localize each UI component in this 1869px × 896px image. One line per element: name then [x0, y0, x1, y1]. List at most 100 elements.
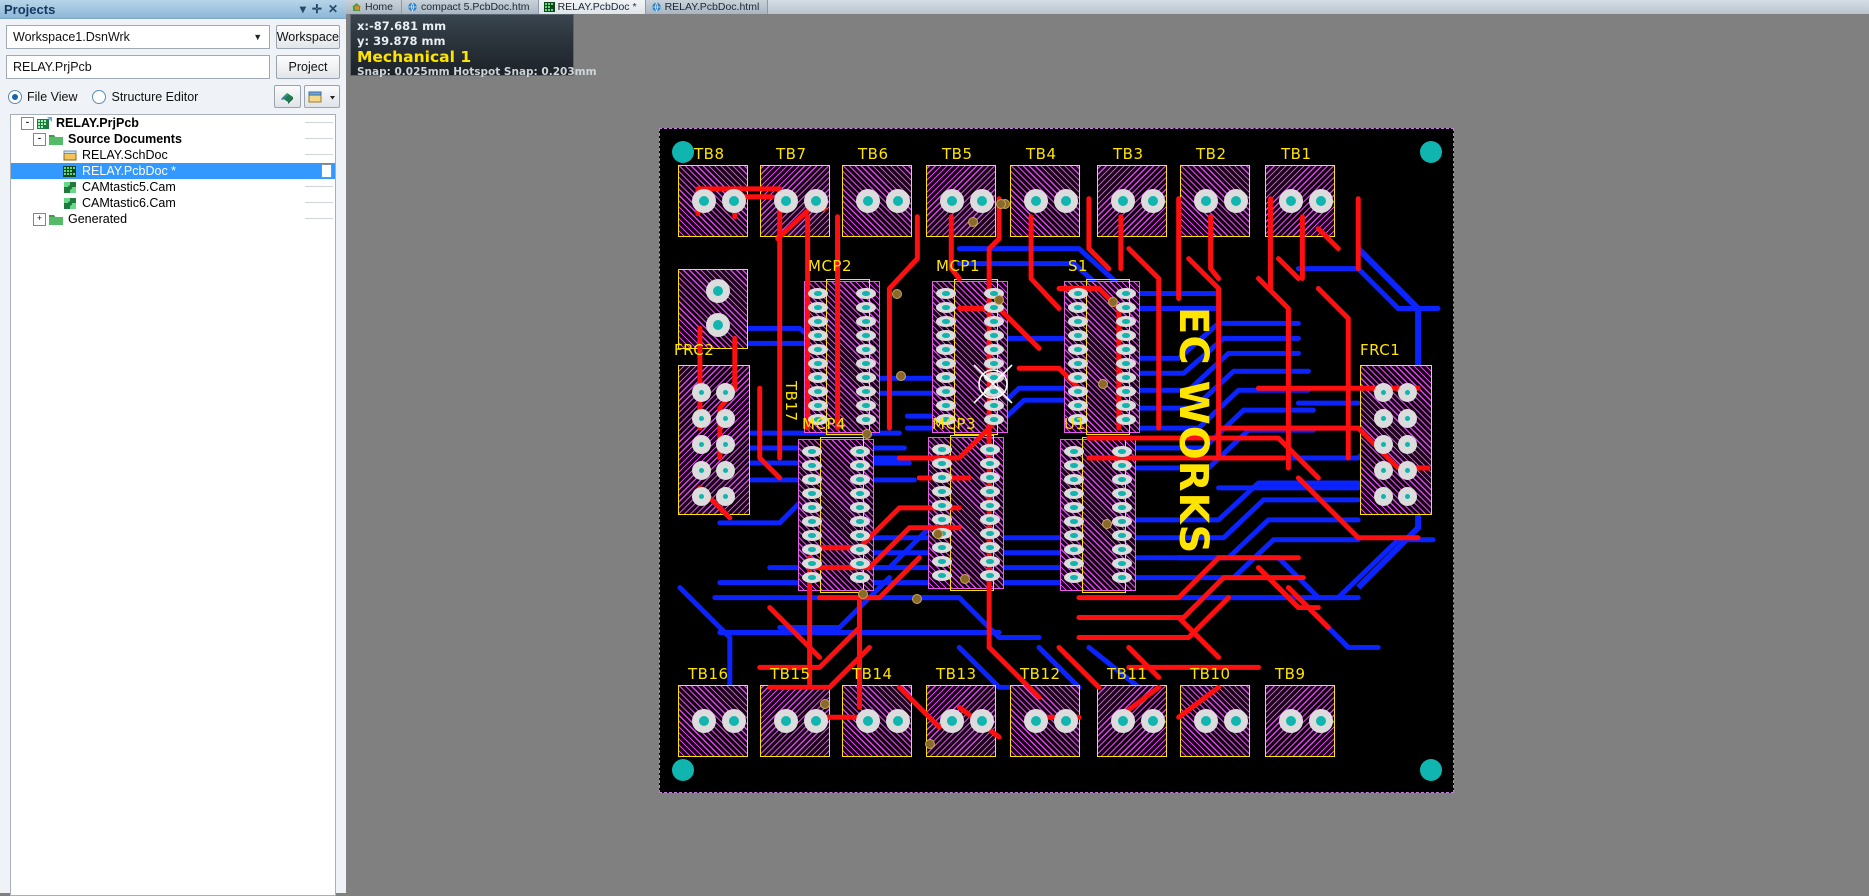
- ic-pad: [936, 386, 956, 397]
- pad: [1194, 709, 1218, 733]
- tree-item-generated[interactable]: + Generated: [11, 211, 335, 227]
- ic-pad: [1064, 544, 1084, 555]
- panel-menu-icon[interactable]: ▾: [300, 3, 306, 15]
- tree-item-camtastic6-cam[interactable]: CAMtastic6.Cam: [11, 195, 335, 211]
- pad: [856, 709, 880, 733]
- pad: [1141, 709, 1165, 733]
- ic-pad: [984, 414, 1004, 425]
- tree-item-camtastic5-cam[interactable]: CAMtastic5.Cam: [11, 179, 335, 195]
- designator-frc2: FRC2: [674, 341, 715, 359]
- ic-pad: [932, 500, 952, 511]
- workspace-combo[interactable]: Workspace1.DsnWrk ▼: [6, 25, 270, 49]
- cam-doc-icon: [63, 197, 78, 210]
- tab-relay-pcbdoc[interactable]: RELAY.PcbDoc *: [538, 0, 646, 14]
- ic-pad: [1064, 474, 1084, 485]
- ic-pad: [1116, 316, 1136, 327]
- cursor-y-readout: y: 39.878 mm: [357, 34, 446, 48]
- tab-home[interactable]: Home: [346, 0, 403, 14]
- ic-pad: [850, 446, 870, 457]
- designator-tb7: TB7: [776, 145, 807, 163]
- ic-pad: [856, 414, 876, 425]
- ic-pad: [1068, 330, 1088, 341]
- ic-pad: [932, 556, 952, 567]
- pad: [1141, 189, 1165, 213]
- designator-tb12: TB12: [1020, 665, 1061, 683]
- ic-pad: [808, 316, 828, 327]
- ic-pad: [1068, 386, 1088, 397]
- ic-pad: [980, 542, 1000, 553]
- via: [994, 295, 1004, 305]
- tree-item-label: RELAY.PcbDoc *: [82, 164, 177, 178]
- project-button[interactable]: Project: [276, 55, 340, 79]
- ic-pad: [856, 372, 876, 383]
- pad: [692, 409, 711, 428]
- tree-item-source-documents[interactable]: - Source Documents: [11, 131, 335, 147]
- compile-icon[interactable]: [274, 85, 301, 108]
- ic-pad: [802, 474, 822, 485]
- ic-pad: [1112, 460, 1132, 471]
- panel-pin-icon[interactable]: ✛: [312, 3, 322, 15]
- expand-icon[interactable]: +: [33, 212, 46, 226]
- panel-close-icon[interactable]: ✕: [328, 3, 338, 15]
- pad: [1398, 461, 1417, 480]
- pad: [1374, 383, 1393, 402]
- chevron-down-icon[interactable]: ▼: [249, 28, 267, 46]
- pad: [706, 313, 730, 337]
- file-view-radio[interactable]: [8, 89, 22, 104]
- cursor-status-overlay: x:-87.681 mm y: 39.878 mm Mechanical 1 S…: [350, 14, 597, 78]
- ic-pad: [1064, 460, 1084, 471]
- ic-pad: [984, 400, 1004, 411]
- tab-compact-5-pcbdoc-htm[interactable]: compact 5.PcbDoc.htm: [402, 0, 539, 14]
- folder-icon: [49, 213, 64, 226]
- workspace-button[interactable]: Workspace: [275, 25, 340, 49]
- panel-options-icon[interactable]: [304, 85, 340, 108]
- mounting-hole: [672, 141, 694, 163]
- silkscreen-text-ec-works: EC WORKS: [1170, 307, 1216, 555]
- ic-pad: [980, 472, 1000, 483]
- ic-pad: [802, 488, 822, 499]
- via: [960, 574, 970, 584]
- project-tree[interactable]: - RELAY.PrjPcb - Source Documents RELAY.SchD…: [10, 114, 336, 896]
- panel-toolbar: [274, 85, 340, 108]
- ic-pad: [984, 316, 1004, 327]
- collapse-icon[interactable]: -: [33, 132, 46, 146]
- pad: [1224, 709, 1248, 733]
- pcb-canvas[interactable]: TB8 TB7 TB6 TB5 TB4 TB3 TB2 TB1 TB16 TB15 TB14 TB13…: [659, 128, 1454, 793]
- pcb-editor-area: Home compact 5.PcbDoc.htm RELAY.PcbDoc * RE…: [346, 0, 1869, 893]
- ic-pad: [802, 516, 822, 527]
- ic-pad: [936, 344, 956, 355]
- designator-tb2: TB2: [1196, 145, 1227, 163]
- pad: [774, 189, 798, 213]
- tree-item-relay-pcbdoc[interactable]: RELAY.PcbDoc *: [11, 163, 335, 179]
- pad: [1309, 189, 1333, 213]
- project-combo[interactable]: RELAY.PrjPcb: [6, 55, 270, 79]
- ic-pad: [936, 288, 956, 299]
- collapse-icon[interactable]: -: [21, 116, 34, 130]
- ic-pad: [932, 542, 952, 553]
- board-outline: TB8 TB7 TB6 TB5 TB4 TB3 TB2 TB1 TB16 TB15 TB14 TB13…: [659, 128, 1454, 793]
- ic-pad: [808, 302, 828, 313]
- ic-pad: [856, 288, 876, 299]
- pad: [692, 709, 716, 733]
- pad: [1054, 189, 1078, 213]
- via: [912, 594, 922, 604]
- designator-frc1: FRC1: [1360, 341, 1401, 359]
- tree-item-relay-schdoc[interactable]: RELAY.SchDoc: [11, 147, 335, 163]
- designator-tb17: TB17: [782, 381, 800, 422]
- tree-item-relay-prjpcb[interactable]: - RELAY.PrjPcb: [11, 115, 335, 131]
- via: [892, 289, 902, 299]
- ic-pad: [1116, 358, 1136, 369]
- designator-tb10: TB10: [1190, 665, 1231, 683]
- ic-pad: [1064, 530, 1084, 541]
- ic-pad: [856, 344, 876, 355]
- tab-relay-pcbdoc-html[interactable]: RELAY.PcbDoc.html: [645, 0, 769, 14]
- ic-pad: [856, 330, 876, 341]
- structure-editor-radio[interactable]: [92, 89, 107, 104]
- tree-row-divider: [305, 218, 333, 219]
- ic-pad: [856, 400, 876, 411]
- pad: [716, 409, 735, 428]
- ic-pad: [802, 502, 822, 513]
- pad: [722, 709, 746, 733]
- ic-pad: [850, 488, 870, 499]
- ic-pad: [984, 358, 1004, 369]
